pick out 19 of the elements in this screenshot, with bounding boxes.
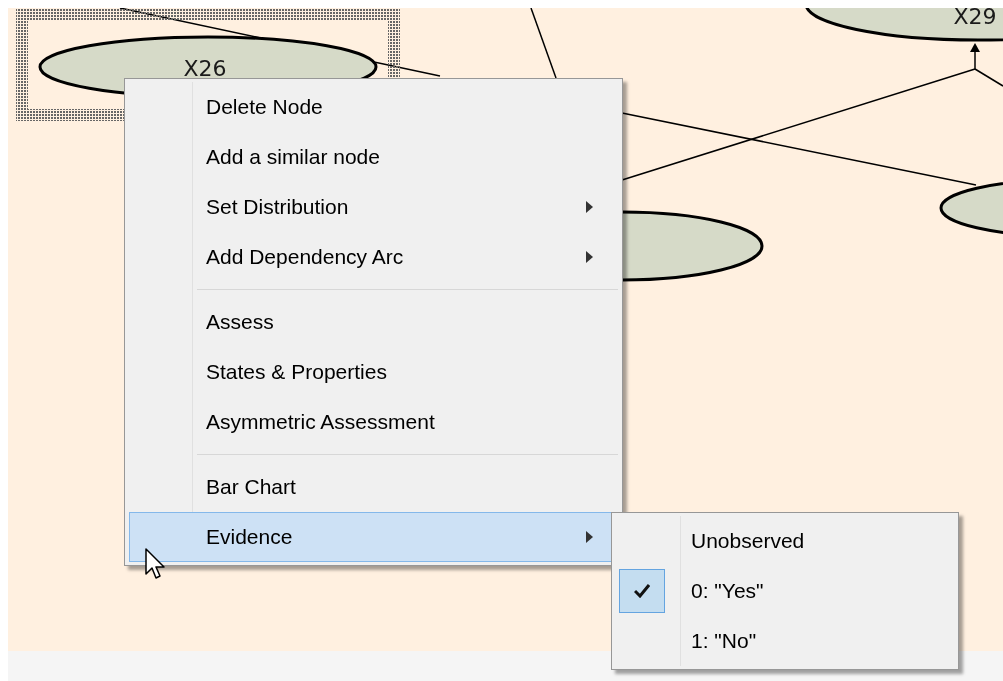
menu-item[interactable]: Assess (129, 297, 618, 347)
menu-item[interactable]: 1: "No" (616, 616, 954, 666)
menu-item[interactable]: Asymmetric Assessment (129, 397, 618, 447)
submenu-arrow-icon (586, 251, 593, 263)
cursor-icon (145, 548, 167, 582)
arc-line (530, 8, 557, 79)
node-label: X26 (183, 56, 227, 81)
menu-item[interactable]: States & Properties (129, 347, 618, 397)
menu-item[interactable]: Unobserved (616, 516, 954, 566)
menu-item[interactable]: Add a similar node (129, 132, 618, 182)
submenu-arrow-icon (586, 201, 593, 213)
submenu-arrow-icon (586, 531, 593, 543)
arrow (970, 43, 980, 70)
menu-item[interactable]: Add Dependency Arc (129, 232, 618, 282)
node-label: X29 (953, 8, 997, 29)
menu-item[interactable]: Bar Chart (129, 462, 618, 512)
menu-item[interactable]: 0: "Yes" (616, 566, 954, 616)
menu-item[interactable]: Set Distribution (129, 182, 618, 232)
menu-item[interactable]: Delete Node (129, 82, 618, 132)
